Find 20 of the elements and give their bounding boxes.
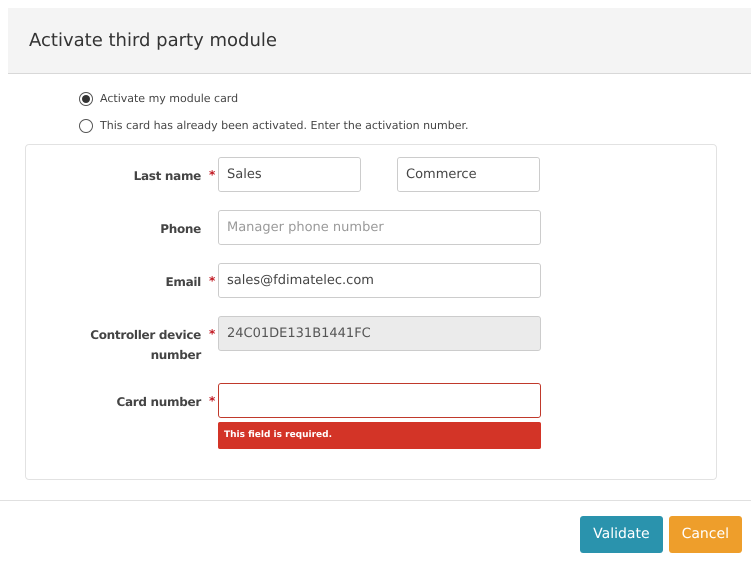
dialog-button[interactable]: Validate: [580, 516, 663, 553]
input-field[interactable]: sales@fdimatelec.com: [218, 263, 541, 298]
required-mark: *: [209, 326, 216, 343]
input-field[interactable]: Sales: [218, 157, 361, 192]
field-label: Email: [164, 274, 201, 291]
required-mark: *: [209, 273, 216, 290]
dialog-title: Activate third party module: [29, 29, 277, 53]
radio-option[interactable]: Activate my module card: [79, 91, 751, 108]
input-field[interactable]: [218, 383, 541, 418]
input-field[interactable]: Commerce: [397, 157, 540, 192]
required-mark: *: [209, 393, 216, 410]
radio-button[interactable]: [79, 118, 93, 133]
field-label: Last name: [132, 168, 201, 185]
field-label: Controller device number: [89, 327, 201, 364]
radio-option[interactable]: This card has already been activated. Enter the activation number.: [79, 118, 751, 134]
required-mark: *: [209, 167, 216, 184]
field-label: Phone: [159, 221, 201, 238]
field-label: Card number: [115, 394, 201, 411]
radio-button[interactable]: [79, 92, 93, 106]
error-message: This field is required.: [218, 422, 541, 449]
